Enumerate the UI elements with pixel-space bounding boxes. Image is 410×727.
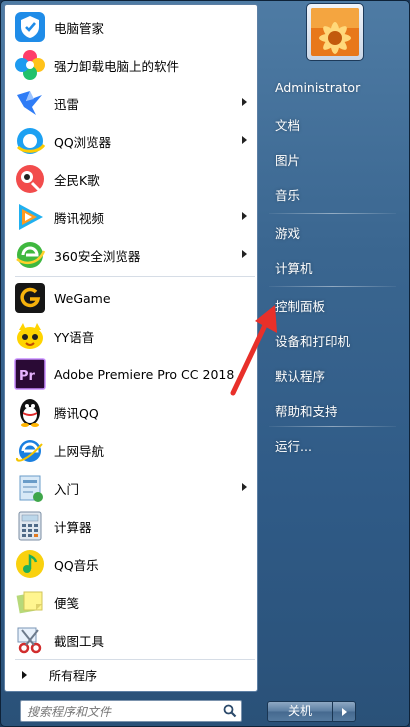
program-snipping-tool[interactable]: 截图工具 (8, 622, 255, 658)
all-programs-label: 所有程序 (49, 668, 98, 683)
program-label: 入门 (54, 481, 80, 497)
program-label: YY语音 (54, 329, 95, 345)
program-navigation[interactable]: 上网导航 (8, 432, 255, 468)
program-xunlei[interactable]: 迅雷 (8, 85, 255, 121)
right-divider (269, 213, 396, 214)
right-divider (269, 286, 396, 287)
program-label: QQ音乐 (54, 557, 99, 573)
tencent-video-icon (19, 204, 43, 230)
program-pc-manager[interactable]: 电脑管家 (8, 9, 255, 45)
program-label: Adobe Premiere Pro CC 2018 (54, 366, 235, 382)
user-name-link[interactable]: Administrator (275, 80, 360, 95)
start-menu: 电脑管家 强力卸载电脑上的软件 迅雷 QQ浏览器 全民K歌 腾讯视频 360安全… (0, 0, 410, 727)
link-music[interactable]: 音乐 (275, 185, 300, 204)
360-browser-icon (16, 242, 46, 268)
program-calculator[interactable]: 计算器 (8, 508, 255, 544)
link-pictures[interactable]: 图片 (275, 150, 300, 169)
link-computer[interactable]: 计算机 (275, 258, 313, 277)
program-wegame[interactable]: WeGame (8, 280, 255, 316)
user-picture[interactable] (306, 3, 364, 61)
getting-started-icon (19, 475, 43, 502)
program-qq-browser[interactable]: QQ浏览器 (8, 123, 255, 159)
flower-avatar-icon (311, 8, 359, 56)
program-getting-started[interactable]: 入门 (8, 470, 255, 506)
program-label: WeGame (54, 290, 111, 306)
program-label: 360安全浏览器 (54, 248, 141, 264)
qq-penguin-icon (20, 399, 40, 427)
divider (15, 276, 255, 277)
shutdown-button[interactable]: 关机 (267, 701, 333, 722)
all-programs-arrow-icon (22, 671, 27, 679)
premiere-pro-icon: Pr (14, 358, 46, 390)
submenu-arrow-icon (242, 98, 247, 106)
link-help-support[interactable]: 帮助和支持 (275, 401, 338, 420)
program-qq[interactable]: 腾讯QQ (8, 394, 255, 430)
link-run[interactable]: 运行... (275, 436, 312, 455)
submenu-arrow-icon (242, 212, 247, 220)
program-label: 腾讯QQ (54, 405, 99, 421)
xunlei-bird-icon (17, 91, 42, 115)
program-yy-voice[interactable]: YY语音 (8, 318, 255, 354)
svg-text:Pr: Pr (19, 369, 36, 384)
program-label: 强力卸载电脑上的软件 (54, 58, 180, 74)
search-input[interactable] (27, 703, 217, 720)
program-label: 计算器 (54, 519, 92, 535)
program-label: 电脑管家 (54, 20, 105, 36)
program-label: 便笺 (54, 595, 80, 611)
right-divider (269, 426, 396, 427)
kge-icon (16, 165, 44, 193)
submenu-arrow-icon (242, 483, 247, 491)
programs-pane: 电脑管家 强力卸载电脑上的软件 迅雷 QQ浏览器 全民K歌 腾讯视频 360安全… (4, 4, 258, 692)
snipping-tool-icon (17, 627, 42, 654)
program-label: 迅雷 (54, 96, 80, 112)
program-uninstaller[interactable]: 强力卸载电脑上的软件 (8, 47, 255, 83)
qq-music-icon (16, 550, 44, 578)
program-premiere-pro[interactable]: Pr Adobe Premiere Pro CC 2018 (8, 356, 255, 392)
program-tencent-video[interactable]: 腾讯视频 (8, 199, 255, 235)
program-label: 腾讯视频 (54, 210, 105, 226)
submenu-arrow-icon (242, 250, 247, 258)
search-icon[interactable] (223, 704, 237, 718)
link-documents[interactable]: 文档 (275, 115, 300, 134)
program-label: QQ浏览器 (54, 134, 112, 150)
chevron-right-icon (342, 708, 347, 716)
calculator-icon (18, 511, 42, 541)
program-label: 全民K歌 (54, 172, 100, 188)
sticky-notes-icon (16, 591, 43, 614)
uninstaller-flower-icon (15, 50, 45, 80)
submenu-arrow-icon (242, 136, 247, 144)
program-label: 截图工具 (54, 633, 105, 649)
wegame-icon (15, 283, 45, 313)
red-pointer-arrow-icon (230, 305, 277, 396)
program-label: 上网导航 (54, 443, 105, 459)
program-kge[interactable]: 全民K歌 (8, 161, 255, 197)
program-qq-music[interactable]: QQ音乐 (8, 546, 255, 582)
tencent-pc-manager-icon (15, 12, 45, 42)
qq-browser-icon (16, 128, 46, 154)
search-box[interactable] (20, 700, 242, 722)
ie-navigation-icon (16, 440, 43, 462)
all-programs-button[interactable]: 所有程序 (8, 660, 255, 690)
yy-voice-icon (17, 323, 43, 349)
link-games[interactable]: 游戏 (275, 223, 300, 242)
program-sticky-notes[interactable]: 便笺 (8, 584, 255, 620)
shutdown-options-button[interactable] (333, 701, 356, 722)
program-360-browser[interactable]: 360安全浏览器 (8, 237, 255, 273)
